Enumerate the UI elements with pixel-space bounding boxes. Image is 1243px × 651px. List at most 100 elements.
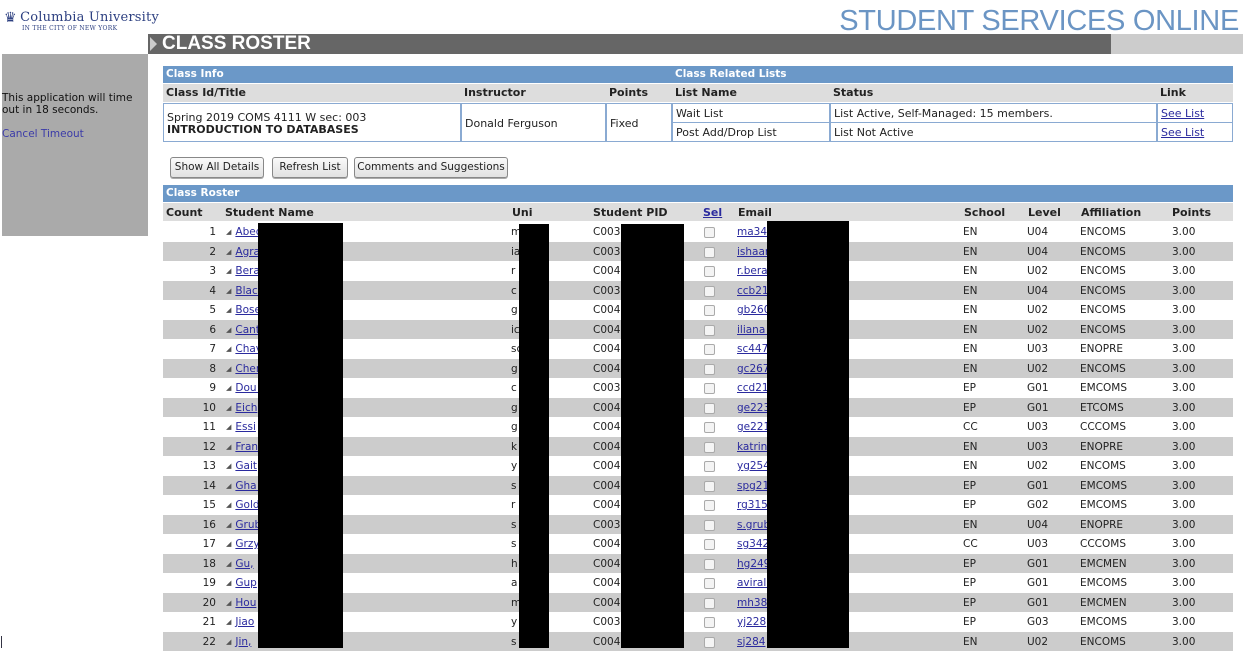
student-name-link[interactable]: Essi bbox=[235, 421, 256, 433]
expand-triangle-icon[interactable]: ◢ bbox=[226, 306, 231, 314]
points-cell: 3.00 bbox=[1172, 402, 1195, 414]
select-checkbox[interactable] bbox=[704, 364, 715, 375]
student-name-link[interactable]: Grzy bbox=[235, 538, 259, 550]
expand-triangle-icon[interactable]: ◢ bbox=[226, 267, 231, 275]
expand-triangle-icon[interactable]: ◢ bbox=[226, 326, 231, 334]
expand-triangle-icon[interactable]: ◢ bbox=[226, 228, 231, 236]
student-name-link[interactable]: Bera bbox=[235, 265, 259, 277]
expand-triangle-icon[interactable]: ◢ bbox=[226, 443, 231, 451]
expand-triangle-icon[interactable]: ◢ bbox=[226, 618, 231, 626]
row-count: 17 bbox=[163, 538, 216, 550]
see-wait-list-link[interactable]: See List bbox=[1161, 107, 1204, 120]
email-link[interactable]: rg315 bbox=[737, 499, 768, 511]
expand-triangle-icon[interactable]: ◢ bbox=[226, 345, 231, 353]
select-checkbox[interactable] bbox=[704, 598, 715, 609]
expand-triangle-icon[interactable]: ◢ bbox=[226, 384, 231, 392]
expand-triangle-icon[interactable]: ◢ bbox=[226, 501, 231, 509]
affiliation-cell: CCCOMS bbox=[1080, 538, 1126, 550]
email-link[interactable]: sg342 bbox=[737, 538, 769, 550]
select-checkbox[interactable] bbox=[704, 325, 715, 336]
expand-triangle-icon[interactable]: ◢ bbox=[226, 287, 231, 295]
expand-triangle-icon[interactable]: ◢ bbox=[226, 365, 231, 373]
timeout-message: This application will time out in 18 sec… bbox=[2, 92, 148, 116]
row-count: 3 bbox=[163, 265, 216, 277]
student-name-link[interactable]: Gup bbox=[235, 577, 256, 589]
select-checkbox[interactable] bbox=[704, 383, 715, 394]
student-name-link[interactable]: Cant bbox=[235, 324, 260, 336]
select-checkbox[interactable] bbox=[704, 461, 715, 472]
student-name-link[interactable]: Gold bbox=[235, 499, 259, 511]
select-checkbox[interactable] bbox=[704, 481, 715, 492]
page-title-bar: CLASS ROSTER bbox=[148, 34, 1111, 54]
student-name-link[interactable]: Cher bbox=[235, 363, 260, 375]
select-checkbox[interactable] bbox=[704, 559, 715, 570]
student-name-link[interactable]: Eich bbox=[235, 402, 257, 414]
student-name-link[interactable]: Fran bbox=[235, 441, 258, 453]
affiliation-cell: ENCOMS bbox=[1080, 285, 1126, 297]
col-sel-link[interactable]: Sel bbox=[703, 206, 722, 219]
school-cell: EP bbox=[963, 480, 976, 492]
email-link[interactable]: yg254 bbox=[737, 460, 770, 472]
expand-triangle-icon[interactable]: ◢ bbox=[226, 248, 231, 256]
select-checkbox[interactable] bbox=[704, 305, 715, 316]
select-checkbox[interactable] bbox=[704, 227, 715, 238]
select-checkbox[interactable] bbox=[704, 637, 715, 648]
email-link[interactable]: hg249 bbox=[737, 558, 770, 570]
student-name-link[interactable]: Gu, bbox=[235, 558, 253, 570]
email-link[interactable]: r.bera bbox=[737, 265, 768, 277]
email-link[interactable]: gb260 bbox=[737, 304, 770, 316]
affiliation-cell: ETCOMS bbox=[1080, 402, 1124, 414]
student-name-link[interactable]: Jin, bbox=[235, 636, 251, 648]
expand-triangle-icon[interactable]: ◢ bbox=[226, 599, 231, 607]
expand-triangle-icon[interactable]: ◢ bbox=[226, 579, 231, 587]
class-id-cell: Spring 2019 COMS 4111 W sec: 003 INTRODU… bbox=[163, 103, 461, 142]
level-cell: U04 bbox=[1027, 285, 1048, 297]
expand-triangle-icon[interactable]: ◢ bbox=[226, 423, 231, 431]
school-cell: EN bbox=[963, 324, 978, 336]
select-checkbox[interactable] bbox=[704, 617, 715, 628]
select-checkbox[interactable] bbox=[704, 539, 715, 550]
cancel-timeout-link[interactable]: Cancel Timeout bbox=[2, 128, 84, 140]
col-points: Points bbox=[1172, 206, 1211, 219]
select-checkbox[interactable] bbox=[704, 344, 715, 355]
col-email: Email bbox=[738, 206, 772, 219]
comments-suggestions-button[interactable]: Comments and Suggestions bbox=[354, 157, 508, 178]
points-cell: 3.00 bbox=[1172, 460, 1195, 472]
email-link[interactable]: ge223 bbox=[737, 402, 770, 414]
level-cell: U03 bbox=[1027, 538, 1048, 550]
student-name-link[interactable]: Gait bbox=[235, 460, 257, 472]
select-checkbox[interactable] bbox=[704, 500, 715, 511]
email-link[interactable]: sc447 bbox=[737, 343, 768, 355]
email-link[interactable]: yj228 bbox=[737, 616, 766, 628]
select-checkbox[interactable] bbox=[704, 422, 715, 433]
student-name-link[interactable]: Jiao bbox=[235, 616, 254, 628]
show-all-details-button[interactable]: Show All Details bbox=[170, 157, 264, 178]
expand-triangle-icon[interactable]: ◢ bbox=[226, 482, 231, 490]
expand-triangle-icon[interactable]: ◢ bbox=[226, 560, 231, 568]
affiliation-cell: ENCOMS bbox=[1080, 636, 1126, 648]
expand-triangle-icon[interactable]: ◢ bbox=[226, 638, 231, 646]
select-checkbox[interactable] bbox=[704, 266, 715, 277]
student-name-link[interactable]: Hou bbox=[235, 597, 256, 609]
select-checkbox[interactable] bbox=[704, 403, 715, 414]
email-link[interactable]: sj284 bbox=[737, 636, 765, 648]
select-checkbox[interactable] bbox=[704, 442, 715, 453]
level-cell: G01 bbox=[1027, 597, 1049, 609]
email-link[interactable]: ge221 bbox=[737, 421, 770, 433]
select-checkbox[interactable] bbox=[704, 286, 715, 297]
refresh-list-button[interactable]: Refresh List bbox=[272, 157, 348, 178]
expand-triangle-icon[interactable]: ◢ bbox=[226, 462, 231, 470]
points-cell: 3.00 bbox=[1172, 480, 1195, 492]
expand-triangle-icon[interactable]: ◢ bbox=[226, 404, 231, 412]
select-checkbox[interactable] bbox=[704, 578, 715, 589]
affiliation-cell: ENOPRE bbox=[1080, 343, 1123, 355]
select-checkbox[interactable] bbox=[704, 520, 715, 531]
expand-triangle-icon[interactable]: ◢ bbox=[226, 521, 231, 529]
see-post-add-drop-list-link[interactable]: See List bbox=[1161, 126, 1204, 139]
level-cell: G02 bbox=[1027, 499, 1049, 511]
points-cell: 3.00 bbox=[1172, 499, 1195, 511]
expand-triangle-icon[interactable]: ◢ bbox=[226, 540, 231, 548]
select-checkbox[interactable] bbox=[704, 247, 715, 258]
email-link[interactable]: gc267 bbox=[737, 363, 769, 375]
school-cell: EN bbox=[963, 226, 978, 238]
